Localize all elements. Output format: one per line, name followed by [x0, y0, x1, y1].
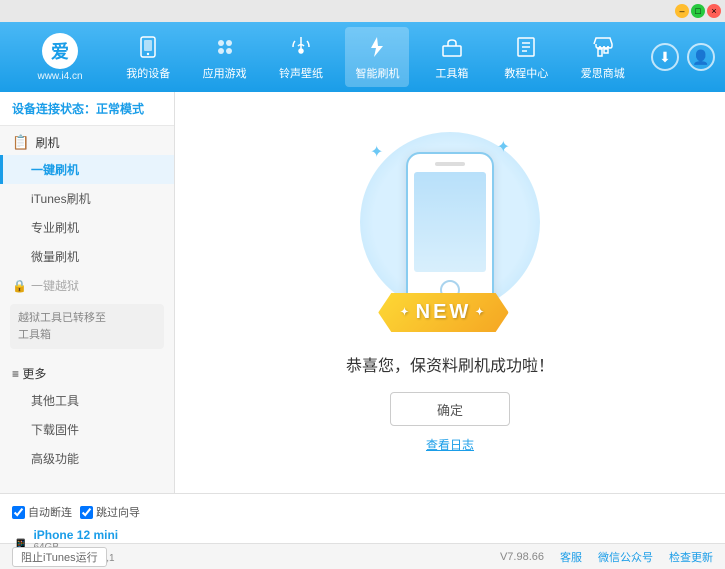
- ringtone-icon: [287, 33, 315, 61]
- maximize-button[interactable]: □: [691, 4, 705, 18]
- nav-item-toolbox[interactable]: 工具箱: [422, 27, 482, 87]
- logo-text: www.i4.cn: [37, 71, 82, 82]
- checkbox-row: 自动断连 跳过向导: [12, 500, 187, 524]
- auto-disconnect-checkbox[interactable]: 自动断连: [12, 504, 72, 520]
- nav-label-store: 爱思商城: [581, 65, 625, 81]
- sidebar-item-download-firmware[interactable]: 下载固件: [0, 415, 174, 444]
- wechat-link[interactable]: 微信公众号: [598, 549, 653, 565]
- new-badge: ✦ NEW ✦: [378, 293, 508, 332]
- lock-icon: 🔒: [12, 279, 27, 293]
- nav-item-smart-flash[interactable]: 智能刷机: [345, 27, 409, 87]
- sidebar-item-advanced[interactable]: 高级功能: [0, 444, 174, 473]
- nav-items: 我的设备 应用游戏 铃声壁纸 智能刷机 工具箱: [110, 27, 641, 87]
- title-bar: – □ ×: [0, 0, 725, 22]
- user-button[interactable]: 👤: [687, 43, 715, 71]
- footer-links: V7.98.66 客服 微信公众号 检查更新: [500, 549, 713, 565]
- store-icon: [589, 33, 617, 61]
- sidebar: 设备连接状态：正常模式 📋 刷机 一键刷机 iTunes刷机 专业刷机 微量刷机…: [0, 92, 175, 493]
- phone-illustration: ✦ ✦ ✦ NEW ✦: [360, 132, 540, 332]
- new-badge-container: ✦ NEW ✦: [378, 293, 508, 332]
- nav-item-apps-games[interactable]: 应用游戏: [193, 27, 257, 87]
- download-button[interactable]: ⬇: [651, 43, 679, 71]
- nav-item-tutorial[interactable]: 教程中心: [494, 27, 558, 87]
- flash-section-icon: 📋: [12, 134, 29, 151]
- itunes-section: 阻止iTunes运行: [12, 547, 107, 567]
- new-star-left: ✦: [400, 307, 411, 318]
- toolbox-icon: [438, 33, 466, 61]
- minimize-button[interactable]: –: [675, 4, 689, 18]
- nav-right: ⬇ 👤: [651, 43, 715, 71]
- device-icon: [134, 33, 162, 61]
- close-button[interactable]: ×: [707, 4, 721, 18]
- sidebar-item-other-tools[interactable]: 其他工具: [0, 386, 174, 415]
- device-name: iPhone 12 mini: [33, 528, 118, 542]
- nav-item-my-device[interactable]: 我的设备: [116, 27, 180, 87]
- phone-body: [406, 152, 494, 307]
- new-star-right: ✦: [475, 307, 486, 318]
- bottom-area: 自动断连 跳过向导 📱 iPhone 12 mini 64GB Down-12m…: [0, 493, 725, 568]
- sparkle-icon-2: ✦: [497, 137, 510, 157]
- nav-label-toolbox: 工具箱: [435, 65, 468, 81]
- confirm-button[interactable]: 确定: [390, 392, 510, 426]
- more-section-header: ≡ 更多: [0, 357, 174, 386]
- skip-wizard-checkbox[interactable]: 跳过向导: [80, 504, 140, 520]
- goto-log-link[interactable]: 查看日志: [426, 436, 474, 453]
- nav-label-tutorial: 教程中心: [504, 65, 548, 81]
- nav-label-smart-flash: 智能刷机: [355, 65, 399, 81]
- auto-disconnect-input[interactable]: [12, 506, 25, 519]
- phone-speaker: [435, 162, 465, 166]
- sidebar-item-pro-flash[interactable]: 专业刷机: [0, 213, 174, 242]
- device-row: 自动断连 跳过向导 📱 iPhone 12 mini 64GB Down-12m…: [0, 494, 725, 544]
- logo-icon: 爱: [42, 33, 78, 69]
- update-link[interactable]: 检查更新: [669, 549, 713, 565]
- sidebar-item-one-click-flash[interactable]: 一键刷机: [0, 155, 174, 184]
- skip-wizard-input[interactable]: [80, 506, 93, 519]
- nav-label-ringtones: 铃声壁纸: [279, 65, 323, 81]
- top-nav: 爱 www.i4.cn 我的设备 应用游戏 铃声壁纸 智能刷机: [0, 22, 725, 92]
- main-area: 设备连接状态：正常模式 📋 刷机 一键刷机 iTunes刷机 专业刷机 微量刷机…: [0, 92, 725, 493]
- connection-status: 设备连接状态：正常模式: [0, 92, 174, 126]
- sidebar-item-itunes-flash[interactable]: iTunes刷机: [0, 184, 174, 213]
- content-area: ✦ ✦ ✦ NEW ✦ 恭喜您，保资料刷机成功啦！ 确定 查看日志: [175, 92, 725, 493]
- nav-item-ringtones[interactable]: 铃声壁纸: [269, 27, 333, 87]
- success-text: 恭喜您，保资料刷机成功啦！: [346, 352, 554, 376]
- nav-label-apps-games: 应用游戏: [203, 65, 247, 81]
- flash-icon: [363, 33, 391, 61]
- phone-screen: [414, 172, 486, 272]
- sidebar-info-box: 越狱工具已转移至工具箱: [10, 304, 164, 349]
- version-label: V7.98.66: [500, 551, 544, 563]
- sidebar-item-micro-flash[interactable]: 微量刷机: [0, 242, 174, 271]
- service-link[interactable]: 客服: [560, 549, 582, 565]
- sidebar-item-jailbreak: 🔒 一键越狱: [0, 271, 174, 300]
- sparkle-icon-1: ✦: [370, 142, 383, 162]
- itunes-button[interactable]: 阻止iTunes运行: [12, 547, 107, 567]
- flash-section-header: 📋 刷机: [0, 126, 174, 155]
- apps-icon: [211, 33, 239, 61]
- logo-area: 爱 www.i4.cn: [10, 33, 110, 82]
- nav-item-store[interactable]: 爱思商城: [571, 27, 635, 87]
- nav-label-my-device: 我的设备: [126, 65, 170, 81]
- tutorial-icon: [512, 33, 540, 61]
